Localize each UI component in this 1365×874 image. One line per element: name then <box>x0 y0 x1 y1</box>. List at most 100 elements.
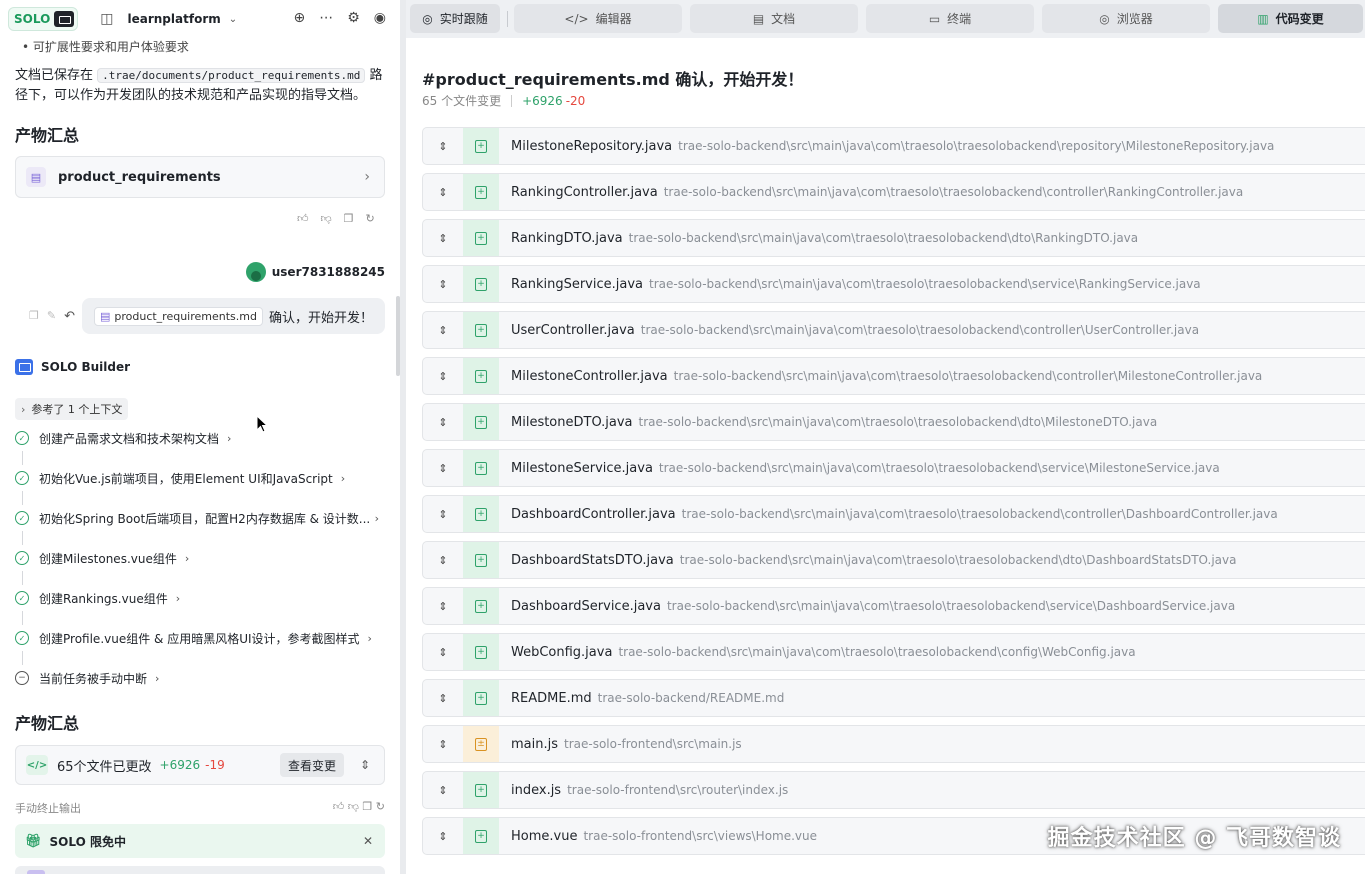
expand-collapse-icon[interactable]: ⇕ <box>423 416 463 429</box>
task-connector <box>22 451 23 465</box>
file-change-row[interactable]: ⇕ + index.js trae-solo-frontend\src\router\… <box>422 771 1365 809</box>
view-changes-button[interactable]: 查看变更 <box>279 753 344 777</box>
chat-input-box[interactable] <box>15 866 385 874</box>
builder-header: SOLO Builder <box>15 359 130 375</box>
more-icon[interactable]: ⋯ <box>319 10 333 26</box>
copy-icon[interactable]: ❐ <box>29 309 39 324</box>
expand-collapse-icon[interactable]: ⇕ <box>423 646 463 659</box>
expand-collapse-icon[interactable]: ⇕ <box>423 830 463 843</box>
account-icon[interactable]: ◉ <box>374 10 386 26</box>
expand-collapse-icon[interactable]: ⇕ <box>423 140 463 153</box>
expand-collapse-icon[interactable]: ⇕ <box>423 370 463 383</box>
chevron-right-icon: › <box>21 402 26 416</box>
expand-collapse-icon[interactable]: ⇕ <box>423 784 463 797</box>
file-change-row[interactable]: ⇕ + MilestoneService.java trae-solo-backend… <box>422 449 1365 487</box>
live-icon: ◎ <box>422 11 433 26</box>
file-name: DashboardService.java <box>511 598 661 614</box>
expand-collapse-icon[interactable]: ⇕ <box>423 232 463 245</box>
expand-collapse-icon[interactable]: ⇕ <box>423 600 463 613</box>
task-item[interactable]: ✓ 创建Profile.vue组件 & 应用暗黑风格UI设计，参考截图样式 › <box>15 628 385 648</box>
chat-scroll-area[interactable]: • 可扩展性要求和用户体验要求 文档已保存在 .trae/documents/p… <box>0 38 400 820</box>
changes-summary-card[interactable]: </> 65个文件已更改 +6926 -19 查看变更 ⇕ <box>15 745 385 785</box>
gear-icon[interactable]: ⚙ <box>347 10 360 26</box>
file-change-row[interactable]: ⇕ + RankingDTO.java trae-solo-backend\src\m… <box>422 219 1365 257</box>
thumbs-down-icon[interactable]: 👎︎ <box>321 212 332 225</box>
task-label: 创建产品需求文档和技术架构文档 <box>39 431 220 446</box>
copy-icon[interactable]: ❐ <box>344 212 354 225</box>
artifacts-heading-2: 产物汇总 <box>15 714 80 733</box>
tab-editor[interactable]: </> 编辑器 <box>514 4 682 33</box>
task-connector <box>22 611 23 625</box>
task-item[interactable]: ✓ 创建Milestones.vue组件 › <box>15 548 385 568</box>
chevron-right-icon: › <box>184 551 190 565</box>
file-change-row[interactable]: ⇕ + RankingController.java trae-solo-backen… <box>422 173 1365 211</box>
document-icon: ▤ <box>26 167 46 187</box>
file-modified-icon: ± <box>463 726 499 762</box>
file-change-row[interactable]: ⇕ + DashboardService.java trae-solo-backend… <box>422 587 1365 625</box>
tab-docs[interactable]: ▤ 文档 <box>690 4 858 33</box>
file-added-icon: + <box>463 634 499 670</box>
check-circle-icon: ✓ <box>15 591 29 605</box>
tab-live-follow[interactable]: ◎ 实时跟随 <box>410 4 500 33</box>
tab-browser[interactable]: ◎ 浏览器 <box>1042 4 1210 33</box>
file-path: trae-solo-backend\src\main\java\com\trae… <box>681 507 1278 521</box>
file-change-row[interactable]: ⇕ + README.md trae-solo-backend/README.md <box>422 679 1365 717</box>
file-change-row[interactable]: ⇕ ± main.js trae-solo-frontend\src\main.js <box>422 725 1365 763</box>
check-circle-icon: ✓ <box>15 551 29 565</box>
expand-collapse-icon[interactable]: ⇕ <box>423 462 463 475</box>
file-added-icon: + <box>463 588 499 624</box>
changes-label: 65个文件已更改 <box>57 759 152 775</box>
expand-collapse-icon[interactable]: ⇕ <box>360 758 370 772</box>
expand-collapse-icon[interactable]: ⇕ <box>423 554 463 567</box>
context-tag[interactable]: ▤ product_requirements.md <box>93 306 263 326</box>
chevron-down-icon[interactable]: ⌄ <box>229 14 237 25</box>
file-path: trae-solo-backend/README.md <box>597 691 785 705</box>
file-change-row[interactable]: ⇕ + MilestoneRepository.java trae-solo-back… <box>422 127 1365 165</box>
file-change-row[interactable]: ⇕ + DashboardController.java trae-solo-back… <box>422 495 1365 533</box>
close-icon[interactable]: ✕ <box>363 834 373 848</box>
task-item[interactable]: ✓ 初始化Spring Boot后端项目，配置H2内存数据库 & 设计数... › <box>15 508 385 528</box>
edit-icon[interactable]: ✎ <box>47 309 56 324</box>
sidebar-icon[interactable]: ◫ <box>100 11 113 27</box>
file-change-row[interactable]: ⇕ + WebConfig.java trae-solo-backend\src\ma… <box>422 633 1365 671</box>
chat-topbar: SOLO ◫ learnplatform ⌄ ⊕ ⋯ ⚙ ◉ <box>0 0 400 38</box>
chevron-right-icon: › <box>175 591 181 605</box>
add-chat-icon[interactable]: ⊕ <box>293 10 305 26</box>
solo-mode-badge[interactable]: SOLO <box>8 7 79 31</box>
user-header: user7831888245 <box>245 262 385 282</box>
check-circle-icon: ✓ <box>15 511 29 525</box>
chevron-right-icon: › <box>340 471 346 485</box>
file-change-row[interactable]: ⇕ + RankingService.java trae-solo-backend\s… <box>422 265 1365 303</box>
file-path: trae-solo-frontend\src\main.js <box>564 737 742 751</box>
undo-icon[interactable]: ↶ <box>64 309 75 324</box>
task-item[interactable]: − 当前任务被手动中断 › <box>15 668 385 688</box>
expand-collapse-icon[interactable]: ⇕ <box>423 278 463 291</box>
task-connector <box>22 651 23 665</box>
status-glyph: + <box>475 277 487 291</box>
expand-collapse-icon[interactable]: ⇕ <box>423 186 463 199</box>
tab-terminal[interactable]: ▭ 终端 <box>866 4 1034 33</box>
file-change-row[interactable]: ⇕ + DashboardStatsDTO.java trae-solo-backen… <box>422 541 1365 579</box>
status-glyph: + <box>475 323 487 337</box>
expand-collapse-icon[interactable]: ⇕ <box>423 508 463 521</box>
task-item[interactable]: ✓ 创建Rankings.vue组件 › <box>15 588 385 608</box>
file-path: trae-solo-backend\src\main\java\com\trae… <box>678 139 1275 153</box>
expand-collapse-icon[interactable]: ⇕ <box>423 324 463 337</box>
artifact-card-product-requirements[interactable]: ▤ product_requirements › <box>15 156 385 198</box>
expand-collapse-icon[interactable]: ⇕ <box>423 692 463 705</box>
diff-icon: ▥ <box>1257 11 1269 26</box>
task-item[interactable]: ✓ 创建产品需求文档和技术架构文档 › <box>15 428 385 448</box>
file-change-row[interactable]: ⇕ + MilestoneDTO.java trae-solo-backend\src… <box>422 403 1365 441</box>
expand-collapse-icon[interactable]: ⇕ <box>423 738 463 751</box>
chevron-right-icon: › <box>155 671 160 685</box>
thumbs-up-icon[interactable]: 👍︎ <box>297 212 309 225</box>
tab-code-changes[interactable]: ▥ 代码变更 <box>1218 4 1363 33</box>
task-item[interactable]: ✓ 初始化Vue.js前端项目，使用Element UI和JavaScript › <box>15 468 385 488</box>
file-change-row[interactable]: ⇕ + MilestoneController.java trae-solo-back… <box>422 357 1365 395</box>
file-change-row[interactable]: ⇕ + UserController.java trae-solo-backend\s… <box>422 311 1365 349</box>
divider <box>511 94 513 107</box>
workspace-name[interactable]: learnplatform <box>128 12 221 26</box>
context-reference[interactable]: › 参考了 1 个上下文 <box>15 398 129 420</box>
status-glyph: + <box>475 461 487 475</box>
retry-icon[interactable]: ↻ <box>366 212 375 225</box>
